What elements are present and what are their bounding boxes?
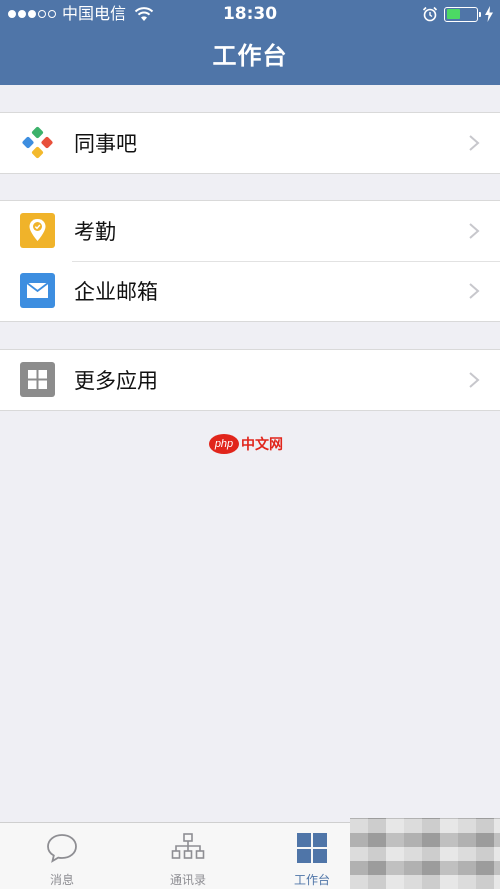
chevron-right-icon: [469, 372, 480, 388]
alarm-clock-icon: [422, 6, 438, 22]
php-logo: php: [209, 434, 239, 454]
charging-bolt-icon: [485, 6, 493, 22]
org-chart-icon: [171, 833, 205, 859]
tab-contacts[interactable]: 通讯录: [126, 823, 250, 889]
menu-item-label: 更多应用: [74, 369, 158, 393]
menu-item-colleague-forum[interactable]: 同事吧: [0, 113, 500, 173]
chat-bubble-icon: [47, 834, 77, 863]
mail-icon: [20, 273, 55, 308]
chevron-right-icon: [469, 135, 480, 151]
tab-label: 通讯录: [169, 873, 206, 887]
grid-apps-icon: [20, 362, 55, 397]
menu-group-1: 同事吧: [0, 112, 500, 174]
menu-item-enterprise-mail[interactable]: 企业邮箱: [0, 261, 500, 321]
pixelated-overlay: [350, 818, 500, 889]
location-check-icon: [20, 213, 55, 248]
watermark: php 中文网: [209, 432, 283, 456]
status-bar: 中国电信 18:30: [0, 0, 500, 28]
menu-group-2: 考勤 企业邮箱: [0, 200, 500, 322]
chevron-right-icon: [469, 223, 480, 239]
menu-item-attendance[interactable]: 考勤: [0, 201, 500, 261]
battery-icon: [444, 6, 481, 22]
menu-item-more-apps[interactable]: 更多应用: [0, 350, 500, 410]
chevron-right-icon: [469, 283, 480, 299]
dashboard-grid-icon: [297, 833, 327, 863]
tab-label: 消息: [49, 873, 74, 887]
page-title: 工作台: [212, 42, 288, 70]
watermark-text: 中文网: [241, 437, 283, 453]
menu-group-3: 更多应用: [0, 349, 500, 411]
battery-level-fill: [446, 9, 460, 19]
top-header: 中国电信 18:30 工作台: [0, 0, 500, 85]
tab-messages[interactable]: 消息: [0, 823, 124, 889]
menu-item-label: 同事吧: [74, 132, 137, 156]
menu-item-label: 考勤: [74, 220, 116, 244]
menu-item-label: 企业邮箱: [74, 280, 158, 304]
pinwheel-icon: [22, 126, 53, 159]
status-right: [422, 0, 494, 28]
